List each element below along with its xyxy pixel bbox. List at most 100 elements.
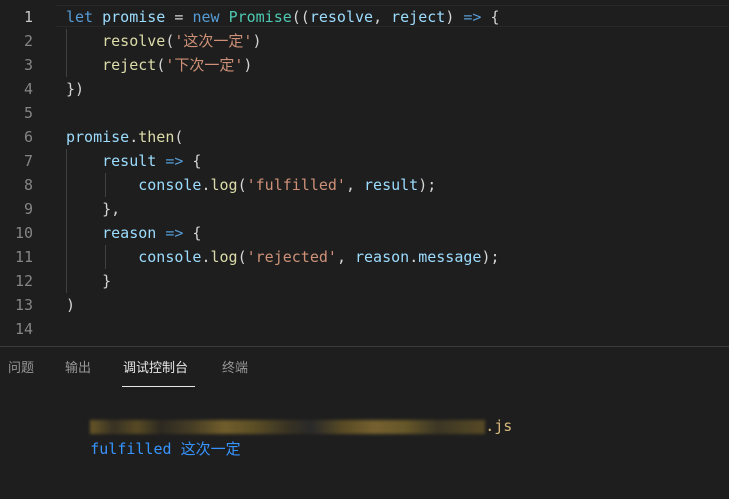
bottom-panel: 问题 输出 调试控制台 终端 .js fulfilled 这次一定 (0, 346, 729, 499)
code-token: (( (291, 8, 310, 26)
code-token: { (183, 224, 202, 242)
line-number: 3 (23, 56, 33, 74)
tab-terminal[interactable]: 终端 (222, 347, 248, 387)
code-token: log (210, 176, 238, 194)
code-token: reason (102, 224, 157, 242)
code-line[interactable]: 6 promise.then( (0, 125, 729, 149)
line-number: 7 (23, 152, 33, 170)
code-token: , (373, 8, 392, 26)
code-line[interactable]: 2 resolve('这次一定') (0, 29, 729, 53)
code-token: ) (243, 56, 253, 74)
code-text: let promise = new Promise((resolve, reje… (66, 5, 500, 29)
line-number: 2 (23, 32, 33, 50)
code-line[interactable]: 7 result => { (0, 149, 729, 173)
line-number: 11 (14, 248, 33, 266)
code-token: }) (66, 80, 85, 98)
code-line[interactable]: 13) (0, 293, 729, 317)
line-number: 10 (14, 224, 33, 242)
code-line[interactable]: 8 console.log('fulfilled', result); (0, 173, 729, 197)
line-number: 5 (23, 104, 33, 122)
line-number: 8 (23, 176, 33, 194)
code-token: ( (156, 56, 166, 74)
active-tab-indicator (122, 386, 195, 387)
code-token: new (192, 8, 220, 26)
code-token: 'fulfilled' (246, 176, 346, 194)
code-token: message (418, 248, 482, 266)
code-token: ( (237, 176, 247, 194)
tab-debug-console[interactable]: 调试控制台 (123, 347, 188, 387)
code-token: . (201, 248, 211, 266)
code-text: reject('下次一定') (66, 53, 252, 77)
code-token: '这次一定' (174, 32, 253, 50)
code-token: ); (481, 248, 500, 266)
code-text: console.log('rejected', reason.message); (66, 245, 500, 269)
code-line[interactable]: 1 let promise = new Promise((resolve, rej… (0, 5, 729, 29)
code-token: Promise (228, 8, 292, 26)
line-number: 9 (23, 200, 33, 218)
code-token: , (345, 176, 365, 194)
code-token: reason (355, 248, 410, 266)
code-text: reason => { (66, 221, 201, 245)
code-token: ( (174, 128, 184, 146)
code-token: }, (66, 200, 121, 218)
code-line[interactable]: 14 (0, 317, 729, 341)
code-token: => (165, 224, 184, 242)
tab-output[interactable]: 输出 (65, 347, 91, 387)
code-token: . (201, 176, 211, 194)
code-token: ) (252, 32, 262, 50)
code-line[interactable]: 9 }, (0, 197, 729, 221)
code-token: . (409, 248, 419, 266)
code-token: console (138, 248, 202, 266)
code-token: { (183, 152, 202, 170)
code-token: resolve (309, 8, 374, 26)
code-line[interactable]: 3 reject('下次一定') (0, 53, 729, 77)
code-text: }) (66, 77, 84, 101)
code-token: => (165, 152, 184, 170)
code-line[interactable]: 11 console.log('rejected', reason.messag… (0, 245, 729, 269)
code-line[interactable]: 5 (0, 101, 729, 125)
code-token: 'rejected' (246, 248, 337, 266)
line-number: 1 (23, 8, 33, 26)
code-text: } (66, 269, 111, 293)
code-line[interactable]: 4}) (0, 77, 729, 101)
console-output-label: fulfilled (90, 440, 172, 458)
code-token: result (102, 152, 157, 170)
code-token: ( (237, 248, 247, 266)
code-token: = (165, 8, 193, 26)
code-token: ) (66, 296, 76, 314)
code-line[interactable]: 12 } (0, 269, 729, 293)
line-number: 4 (23, 80, 33, 98)
code-token: reject (391, 8, 446, 26)
code-token: log (210, 248, 238, 266)
code-token: } (66, 272, 112, 290)
line-number: 13 (14, 296, 33, 314)
line-number: 14 (14, 320, 33, 338)
console-output-value: 这次一定 (180, 440, 241, 458)
code-token: ) (445, 8, 464, 26)
line-number: 12 (14, 272, 33, 290)
console-log-line: fulfilled 这次一定 (18, 415, 718, 458)
code-token: result (364, 176, 419, 194)
code-text: promise.then( (66, 125, 183, 149)
code-editor[interactable]: 1 let promise = new Promise((resolve, rej… (0, 0, 729, 346)
code-text: ) (66, 293, 75, 317)
code-token: resolve (102, 32, 166, 50)
code-text: }, (66, 197, 120, 221)
code-token: promise (102, 8, 166, 26)
code-token: ); (418, 176, 437, 194)
code-line[interactable]: 10 reason => { (0, 221, 729, 245)
code-token: promise (66, 128, 130, 146)
code-text: result => { (66, 149, 201, 173)
debug-console-output: .js fulfilled 这次一定 (18, 392, 718, 458)
tab-problems[interactable]: 问题 (8, 347, 34, 387)
code-text: console.log('fulfilled', result); (66, 173, 436, 197)
console-source-line: .js (18, 392, 718, 435)
